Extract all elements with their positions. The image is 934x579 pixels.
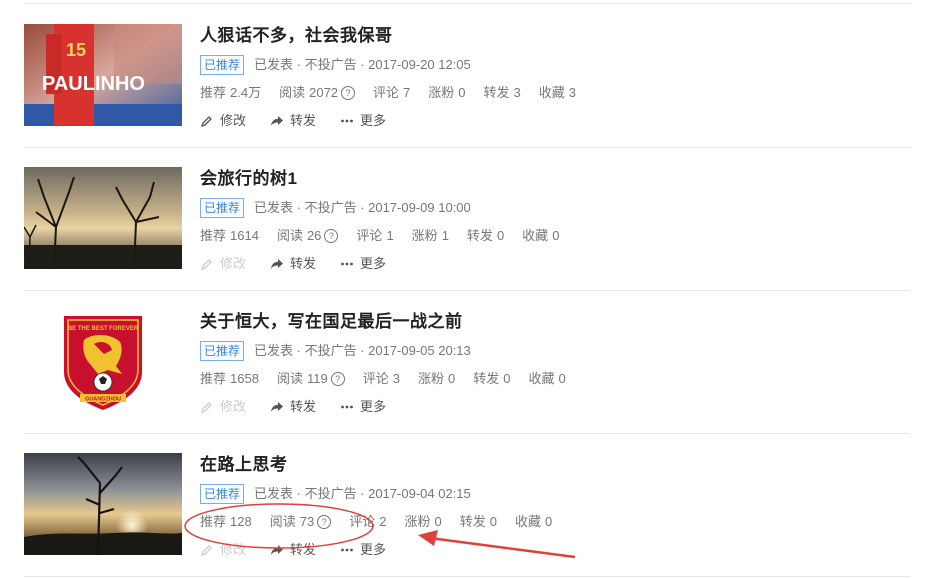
more-button[interactable]: 更多 xyxy=(340,254,386,274)
share-icon xyxy=(271,545,284,555)
edit-button[interactable]: 修改 xyxy=(200,111,246,131)
pencil-icon xyxy=(200,545,212,557)
stat-fans: 涨粉 1 xyxy=(411,228,449,243)
more-icon xyxy=(341,548,353,552)
recommended-badge: 已推荐 xyxy=(200,341,245,361)
stat-recommend: 推荐 2.4万 xyxy=(200,85,262,100)
pencil-icon xyxy=(200,402,212,414)
article-title[interactable]: 会旅行的树1 xyxy=(200,168,577,190)
article-meta: 已推荐 已发表 · 不投广告 · 2017-09-05 20:13 xyxy=(200,341,584,361)
stat-fans: 涨粉 0 xyxy=(428,85,466,100)
forward-button[interactable]: 转发 xyxy=(270,540,316,560)
article-title[interactable]: 人狠话不多，社会我保哥 xyxy=(200,25,594,47)
article-actions: 修改 转发 更多 xyxy=(200,254,577,274)
svg-text:15: 15 xyxy=(66,40,86,60)
article-stats: 推荐 1614 阅读 26? 评论 1 涨粉 1 转发 0 收藏 0 xyxy=(200,226,577,246)
stat-fans: 涨粉 0 xyxy=(404,514,442,529)
list-item: BE THE BEST FOREVER GUANGZHOU 关于恒大，写在国足最… xyxy=(24,290,910,434)
article-thumbnail[interactable]: 15 PAULINHO xyxy=(24,24,182,126)
stat-comment: 评论 3 xyxy=(362,371,400,386)
article-meta: 已推荐 已发表 · 不投广告 · 2017-09-04 02:15 xyxy=(200,484,570,504)
pencil-icon xyxy=(200,116,212,128)
pencil-icon xyxy=(200,259,212,271)
article-title[interactable]: 关于恒大，写在国足最后一战之前 xyxy=(200,311,584,333)
edit-button: 修改 xyxy=(200,254,246,274)
share-icon xyxy=(271,402,284,412)
stat-read: 阅读 26? xyxy=(277,226,339,246)
stat-forward: 转发 0 xyxy=(466,228,505,243)
forward-button[interactable]: 转发 xyxy=(270,254,316,274)
stat-favorite: 收藏 0 xyxy=(514,514,553,529)
stat-read: 阅读 2072? xyxy=(279,83,356,103)
stat-recommend: 推荐 1614 xyxy=(200,228,259,243)
publish-status: 已发表 · 不投广告 · 2017-09-20 12:05 xyxy=(254,57,471,72)
article-content: 关于恒大，写在国足最后一战之前 已推荐 已发表 · 不投广告 · 2017-09… xyxy=(200,311,584,417)
article-stats: 推荐 2.4万 阅读 2072? 评论 7 涨粉 0 转发 3 收藏 3 xyxy=(200,83,594,103)
more-icon xyxy=(341,119,353,123)
recommended-badge: 已推荐 xyxy=(200,55,245,75)
svg-text:PAULINHO: PAULINHO xyxy=(42,73,145,95)
stat-read: 阅读 73? xyxy=(270,512,332,532)
list-item: 会旅行的树1 已推荐 已发表 · 不投广告 · 2017-09-09 10:00… xyxy=(24,147,910,291)
article-content: 在路上思考 已推荐 已发表 · 不投广告 · 2017-09-04 02:15 … xyxy=(200,454,570,560)
edit-button: 修改 xyxy=(200,397,246,417)
stat-recommend: 推荐 128 xyxy=(200,514,252,529)
article-meta: 已推荐 已发表 · 不投广告 · 2017-09-20 12:05 xyxy=(200,55,594,75)
stat-read: 阅读 119? xyxy=(277,369,345,389)
more-icon xyxy=(341,405,353,409)
share-icon xyxy=(271,116,284,126)
publish-status: 已发表 · 不投广告 · 2017-09-04 02:15 xyxy=(254,486,471,501)
article-thumbnail[interactable] xyxy=(24,453,182,555)
stat-comment: 评论 1 xyxy=(356,228,394,243)
svg-text:BE THE BEST FOREVER: BE THE BEST FOREVER xyxy=(68,326,139,332)
stat-comment: 评论 7 xyxy=(373,85,411,100)
help-icon[interactable]: ? xyxy=(330,372,345,386)
article-actions: 修改 转发 更多 xyxy=(200,397,584,417)
help-icon[interactable]: ? xyxy=(317,515,332,529)
stat-recommend: 推荐 1658 xyxy=(200,371,259,386)
article-title[interactable]: 在路上思考 xyxy=(200,454,570,476)
publish-status: 已发表 · 不投广告 · 2017-09-05 20:13 xyxy=(254,343,471,358)
help-icon[interactable]: ? xyxy=(341,86,356,100)
share-icon xyxy=(271,259,284,269)
article-stats: 推荐 1658 阅读 119? 评论 3 涨粉 0 转发 0 收藏 0 xyxy=(200,369,584,389)
article-content: 会旅行的树1 已推荐 已发表 · 不投广告 · 2017-09-09 10:00… xyxy=(200,168,577,274)
publish-status: 已发表 · 不投广告 · 2017-09-09 10:00 xyxy=(254,200,471,215)
forward-button[interactable]: 转发 xyxy=(270,111,316,131)
list-item: 15 PAULINHO 人狠话不多，社会我保哥 已推荐 已发表 · 不投广告 ·… xyxy=(24,4,910,148)
article-meta: 已推荐 已发表 · 不投广告 · 2017-09-09 10:00 xyxy=(200,198,577,218)
club-logo: BE THE BEST FOREVER GUANGZHOU xyxy=(24,310,182,412)
edit-button: 修改 xyxy=(200,540,246,560)
stat-favorite: 收藏 0 xyxy=(522,228,560,243)
recommended-badge: 已推荐 xyxy=(200,198,245,218)
more-button[interactable]: 更多 xyxy=(340,397,386,417)
article-content: 人狠话不多，社会我保哥 已推荐 已发表 · 不投广告 · 2017-09-20 … xyxy=(200,25,594,131)
stat-forward: 转发 3 xyxy=(483,85,521,100)
article-actions: 修改 转发 更多 xyxy=(200,540,570,560)
svg-text:GUANGZHOU: GUANGZHOU xyxy=(85,397,121,403)
article-thumbnail[interactable]: BE THE BEST FOREVER GUANGZHOU xyxy=(24,310,182,412)
stat-comment: 评论 2 xyxy=(349,514,387,529)
stat-favorite: 收藏 0 xyxy=(528,371,566,386)
more-button[interactable]: 更多 xyxy=(340,111,386,131)
stat-favorite: 收藏 3 xyxy=(538,85,577,100)
article-actions: 修改 转发 更多 xyxy=(200,111,594,131)
more-icon xyxy=(341,262,353,266)
stat-fans: 涨粉 0 xyxy=(417,371,456,386)
recommended-badge: 已推荐 xyxy=(200,484,245,504)
article-stats: 推荐 128 阅读 73? 评论 2 涨粉 0 转发 0 收藏 0 xyxy=(200,512,570,532)
stat-forward: 转发 0 xyxy=(459,514,497,529)
forward-button[interactable]: 转发 xyxy=(270,397,316,417)
help-icon[interactable]: ? xyxy=(324,229,339,243)
more-button[interactable]: 更多 xyxy=(340,540,386,560)
article-thumbnail[interactable] xyxy=(24,167,182,269)
stat-forward: 转发 0 xyxy=(473,371,511,386)
list-item: 在路上思考 已推荐 已发表 · 不投广告 · 2017-09-04 02:15 … xyxy=(24,433,910,577)
